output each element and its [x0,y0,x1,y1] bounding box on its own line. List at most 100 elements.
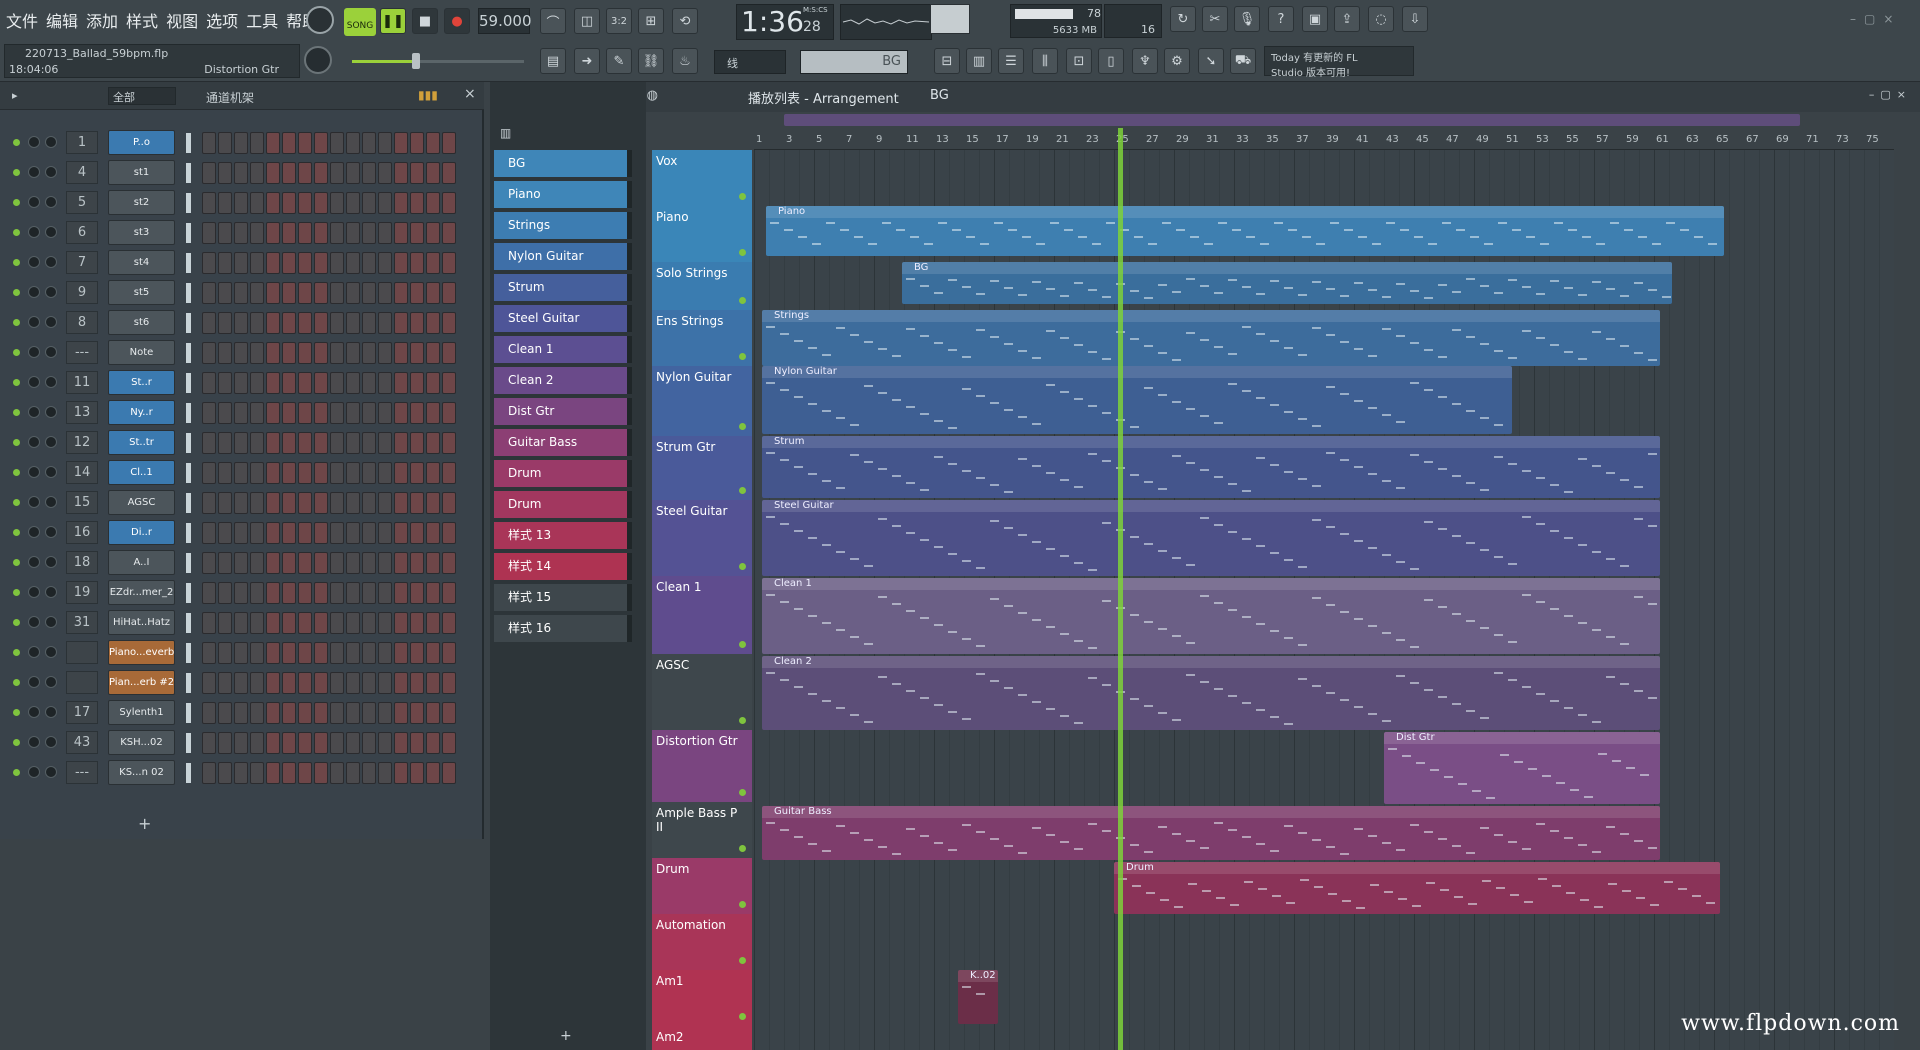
pattern-clip[interactable]: Clean 1 [762,578,1660,654]
channel-led-icon[interactable] [13,529,20,536]
channel-name-button[interactable]: Piano...everb [108,640,175,665]
step-button[interactable] [410,552,424,574]
step-button[interactable] [394,492,408,514]
step-button[interactable] [426,192,440,214]
step-button[interactable] [298,642,312,664]
channel-name-button[interactable]: HiHat..Hatz [108,610,175,635]
step-button[interactable] [442,342,456,364]
master-volume-knob[interactable] [306,6,334,34]
track-header[interactable]: Vox [652,150,752,206]
pattern-clip[interactable]: Piano [766,206,1724,256]
channel-select-bar[interactable] [186,553,191,573]
channel-row[interactable]: 15 AGSC [0,488,484,518]
step-button[interactable] [298,192,312,214]
step-button[interactable] [282,552,296,574]
step-button[interactable] [234,312,248,334]
step-button[interactable] [266,192,280,214]
step-button[interactable] [378,762,392,784]
step-button[interactable] [218,132,232,154]
channel-name-button[interactable]: Di..r [108,520,175,545]
step-button[interactable] [234,672,248,694]
step-button[interactable] [298,432,312,454]
step-button[interactable] [218,432,232,454]
step-button[interactable] [330,282,344,304]
pan-knob[interactable] [28,136,40,148]
mixer-track-number[interactable] [66,641,98,664]
tempo-display[interactable]: 59.000 [478,8,532,34]
step-button[interactable] [202,342,216,364]
step-button[interactable] [234,762,248,784]
pan-knob[interactable] [28,526,40,538]
channel-select-bar[interactable] [186,703,191,723]
step-button[interactable] [362,522,376,544]
step-button[interactable] [218,762,232,784]
channel-name-button[interactable]: A..I [108,550,175,575]
step-button[interactable] [426,282,440,304]
pattern-clip[interactable]: K..02 [958,970,998,1024]
step-button[interactable] [218,282,232,304]
step-button[interactable] [250,642,264,664]
step-button[interactable] [394,402,408,424]
step-button[interactable] [362,402,376,424]
pattern-item[interactable]: BG [494,150,632,177]
step-button[interactable] [346,762,360,784]
channel-name-button[interactable]: KS...n 02 [108,760,175,785]
undo-icon[interactable]: ↻ [1170,6,1196,32]
channel-led-icon[interactable] [13,409,20,416]
step-button[interactable] [330,162,344,184]
step-button[interactable] [234,342,248,364]
pattern-item[interactable]: Piano [494,181,632,208]
channel-led-icon[interactable] [13,139,20,146]
step-button[interactable] [234,162,248,184]
step-button[interactable] [346,192,360,214]
step-button[interactable] [202,192,216,214]
step-button[interactable] [202,492,216,514]
mixer-track-number[interactable]: 5 [66,191,98,214]
step-button[interactable] [298,402,312,424]
step-button[interactable] [410,342,424,364]
step-button[interactable] [426,372,440,394]
channel-select-bar[interactable] [186,763,191,783]
step-button[interactable] [394,672,408,694]
step-button[interactable] [282,672,296,694]
step-button[interactable] [218,672,232,694]
pattern-item[interactable]: Drum [494,460,632,487]
step-button[interactable] [330,522,344,544]
step-button[interactable] [266,312,280,334]
channel-name-button[interactable]: St..r [108,370,175,395]
step-button[interactable] [282,432,296,454]
step-button[interactable] [298,342,312,364]
step-button[interactable] [218,642,232,664]
master-pitch-knob[interactable] [304,46,332,74]
step-button[interactable] [410,612,424,634]
step-button[interactable] [298,762,312,784]
step-button[interactable] [426,762,440,784]
step-button[interactable] [234,492,248,514]
step-button[interactable] [362,762,376,784]
pattern-clip[interactable]: Drum [1114,862,1720,914]
step-button[interactable] [378,132,392,154]
step-button[interactable] [250,612,264,634]
step-button[interactable] [378,702,392,724]
step-button[interactable] [346,462,360,484]
volume-knob[interactable] [45,436,57,448]
step-button[interactable] [250,552,264,574]
timeline-ruler[interactable]: 1357911131517192123252729313335373941434… [754,130,1894,150]
step-button[interactable] [266,222,280,244]
step-button[interactable] [250,402,264,424]
tool-icon[interactable]: ⚙ [1164,48,1190,74]
channel-select-bar[interactable] [186,223,191,243]
step-button[interactable] [282,612,296,634]
track-header[interactable]: Distortion Gtr [652,730,752,802]
step-button[interactable] [314,462,328,484]
step-button[interactable] [314,402,328,424]
step-button[interactable] [202,162,216,184]
step-button[interactable] [330,432,344,454]
step-button[interactable] [426,522,440,544]
channel-select-bar[interactable] [186,283,191,303]
step-button[interactable] [346,252,360,274]
step-button[interactable] [298,552,312,574]
step-button[interactable] [266,342,280,364]
step-button[interactable] [202,582,216,604]
step-button[interactable] [330,732,344,754]
